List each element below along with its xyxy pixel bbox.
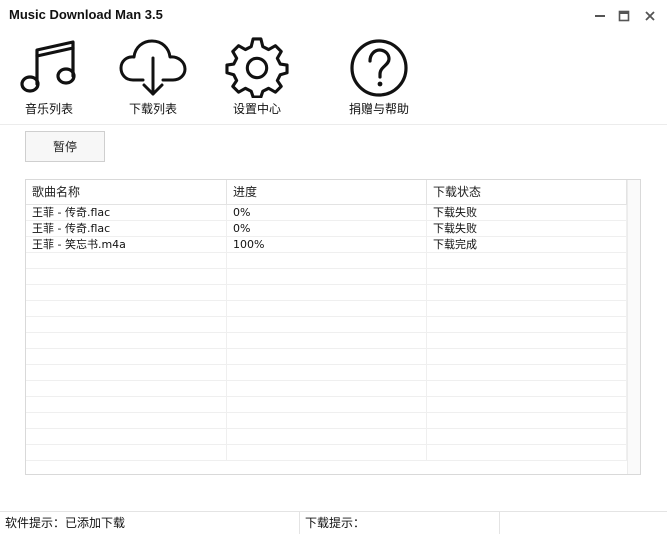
status-cell	[427, 253, 627, 269]
table-row-empty	[26, 349, 628, 365]
status-cell	[427, 429, 627, 445]
minimize-button[interactable]	[590, 6, 610, 26]
status-cell	[427, 269, 627, 285]
song-name-cell	[26, 269, 227, 285]
app-title: Music Download Man 3.5	[9, 7, 163, 22]
progress-cell: 0%	[227, 205, 427, 221]
song-name-cell	[26, 381, 227, 397]
toolbar-donate-help-label: 捐赠与帮助	[348, 102, 409, 116]
song-name-cell	[26, 397, 227, 413]
table-body: 王菲 - 传奇.flac 0% 下载失败 王菲 - 传奇.flac 0% 下载失败 王菲 -…	[26, 205, 628, 461]
progress-cell	[227, 333, 427, 349]
toolbar-download-list[interactable]: 下载列表	[118, 36, 188, 122]
progress-cell	[227, 253, 427, 269]
status-cell	[427, 365, 627, 381]
status-cell	[427, 333, 627, 349]
toolbar-download-list-label: 下载列表	[128, 102, 177, 116]
status-cell	[427, 349, 627, 365]
song-name-cell: 王菲 - 传奇.flac	[26, 221, 227, 237]
song-name-cell: 王菲 - 笑忘书.m4a	[26, 237, 227, 253]
table-row-empty	[26, 253, 628, 269]
progress-cell	[227, 269, 427, 285]
gear-icon	[225, 37, 289, 98]
status-cell: 下载完成	[427, 237, 627, 253]
progress-cell	[227, 349, 427, 365]
download-hint: 下载提示：	[300, 512, 500, 534]
status-extra	[500, 512, 667, 534]
table-row-empty	[26, 285, 628, 301]
minimize-icon	[595, 15, 605, 17]
status-bar: 软件提示：已添加下载 下载提示：	[0, 511, 667, 534]
status-cell	[427, 301, 627, 317]
status-cell	[427, 317, 627, 333]
song-name-cell	[26, 445, 227, 461]
progress-cell	[227, 317, 427, 333]
cloud-download-icon	[119, 39, 187, 96]
help-icon	[350, 39, 408, 97]
table-row-empty	[26, 333, 628, 349]
vertical-scrollbar[interactable]	[627, 180, 640, 474]
song-name-cell	[26, 301, 227, 317]
toolbar-music-list[interactable]: 音乐列表	[14, 36, 84, 122]
toolbar-settings-label: 设置中心	[232, 102, 281, 116]
table-row[interactable]: 王菲 - 传奇.flac 0% 下载失败	[26, 221, 628, 237]
status-cell	[427, 285, 627, 301]
toolbar: 音乐列表 下载列表 设置中心 捐赠与帮助	[0, 36, 667, 124]
download-table: 歌曲名称 进度 下载状态 王菲 - 传奇.flac 0% 下载失败 王菲 - 传奇.f…	[25, 179, 641, 475]
table-row-empty	[26, 301, 628, 317]
title-bar: Music Download Man 3.5	[0, 0, 667, 32]
progress-cell: 0%	[227, 221, 427, 237]
status-cell: 下载失败	[427, 221, 627, 237]
table-row-empty	[26, 445, 628, 461]
software-hint: 软件提示：已添加下载	[0, 512, 300, 534]
maximize-icon	[618, 10, 630, 22]
table-row-empty	[26, 413, 628, 429]
status-cell: 下载失败	[427, 205, 627, 221]
progress-cell	[227, 381, 427, 397]
table-row-empty	[26, 365, 628, 381]
pause-button[interactable]: 暂停	[25, 131, 105, 162]
close-button[interactable]	[640, 6, 660, 26]
table-row-empty	[26, 269, 628, 285]
toolbar-music-list-label: 音乐列表	[24, 102, 73, 116]
music-note-icon	[20, 40, 76, 93]
status-cell	[427, 413, 627, 429]
song-name-cell	[26, 333, 227, 349]
song-name-cell	[26, 349, 227, 365]
column-header-song-name[interactable]: 歌曲名称	[26, 180, 227, 205]
column-header-progress[interactable]: 进度	[227, 180, 427, 205]
status-cell	[427, 397, 627, 413]
song-name-cell: 王菲 - 传奇.flac	[26, 205, 227, 221]
song-name-cell	[26, 317, 227, 333]
progress-cell	[227, 413, 427, 429]
table-row-empty	[26, 317, 628, 333]
table-header: 歌曲名称 进度 下载状态	[26, 180, 628, 205]
song-name-cell	[26, 253, 227, 269]
progress-cell	[227, 285, 427, 301]
column-header-status[interactable]: 下载状态	[427, 180, 627, 205]
table-row-empty	[26, 381, 628, 397]
progress-cell	[227, 429, 427, 445]
toolbar-settings[interactable]: 设置中心	[222, 36, 292, 122]
close-icon	[645, 11, 655, 21]
table-row[interactable]: 王菲 - 笑忘书.m4a 100% 下载完成	[26, 237, 628, 253]
song-name-cell	[26, 413, 227, 429]
progress-cell	[227, 365, 427, 381]
progress-cell: 100%	[227, 237, 427, 253]
table-row-empty	[26, 429, 628, 445]
table-row[interactable]: 王菲 - 传奇.flac 0% 下载失败	[26, 205, 628, 221]
maximize-button[interactable]	[614, 6, 634, 26]
status-cell	[427, 445, 627, 461]
song-name-cell	[26, 365, 227, 381]
progress-cell	[227, 397, 427, 413]
table-row-empty	[26, 397, 628, 413]
divider	[0, 124, 667, 125]
progress-cell	[227, 445, 427, 461]
song-name-cell	[26, 285, 227, 301]
status-cell	[427, 381, 627, 397]
song-name-cell	[26, 429, 227, 445]
progress-cell	[227, 301, 427, 317]
toolbar-donate-help[interactable]: 捐赠与帮助	[344, 36, 414, 122]
